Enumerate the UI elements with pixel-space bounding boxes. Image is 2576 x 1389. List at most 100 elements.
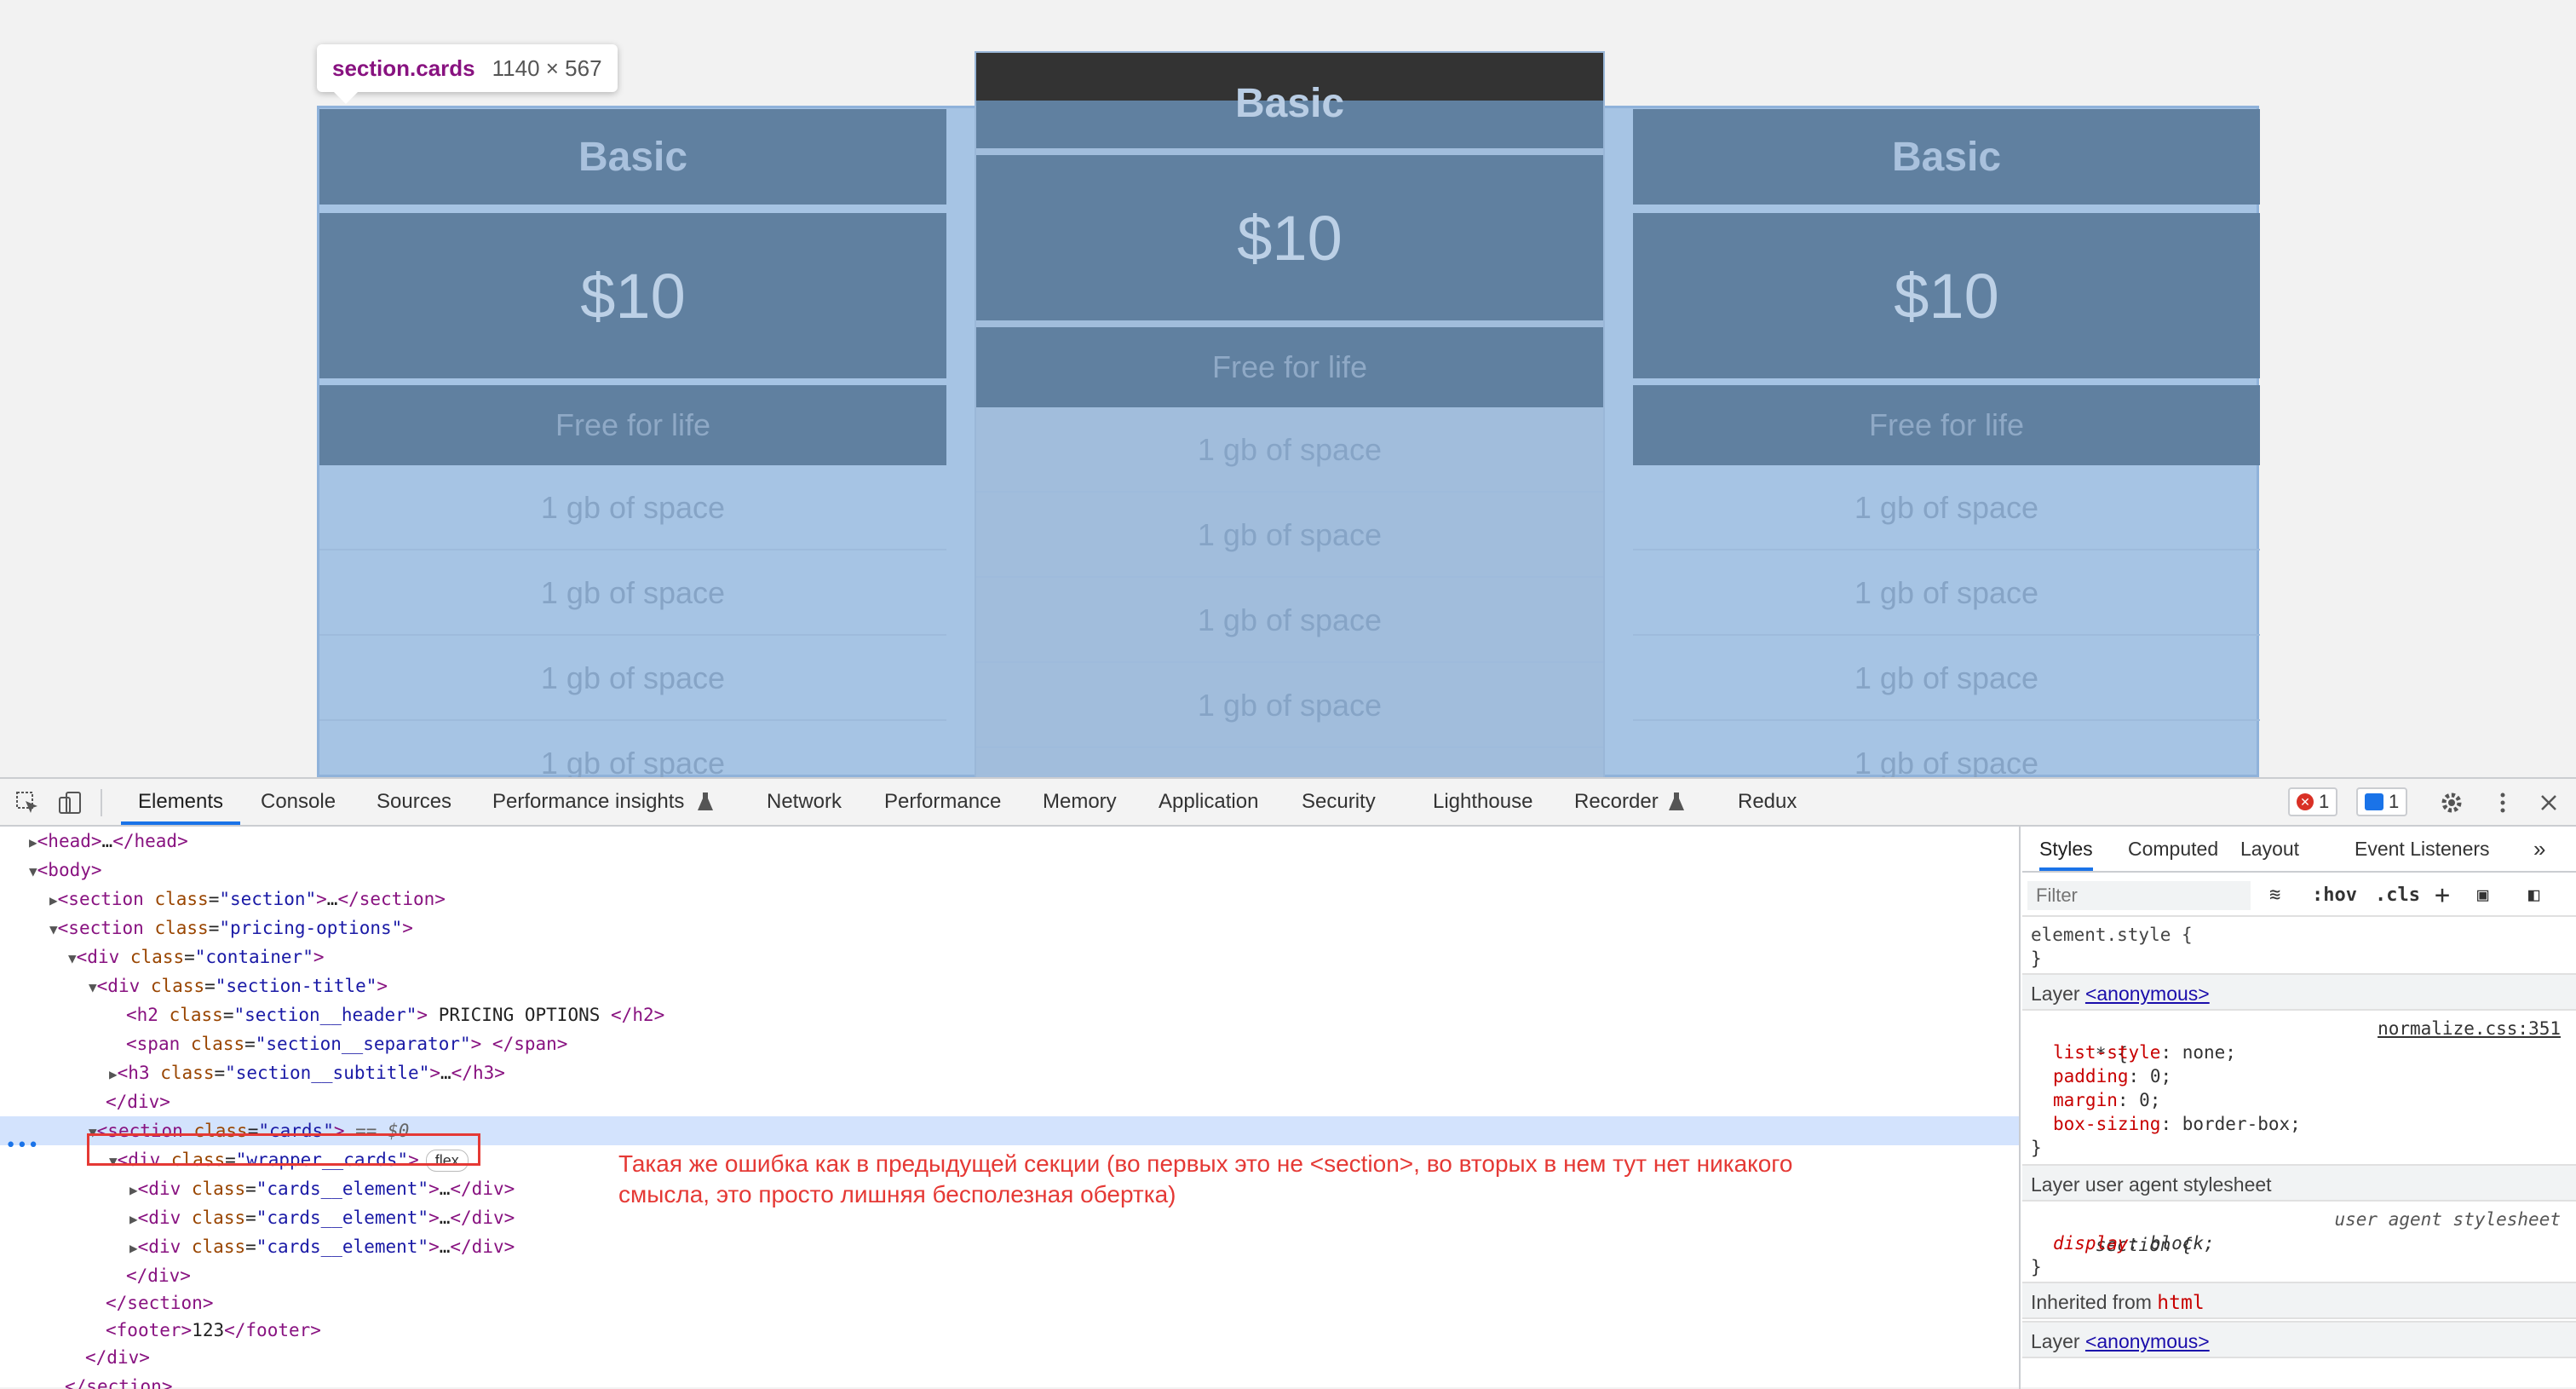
card-price: $10 bbox=[976, 155, 1603, 320]
node-actions-icon[interactable]: ••• bbox=[5, 1135, 39, 1156]
layer-link[interactable]: <anonymous> bbox=[2085, 1330, 2210, 1352]
card-feature: 1 gb of space bbox=[1633, 721, 2260, 777]
css-declaration[interactable]: padding: 0; bbox=[2053, 1063, 2171, 1089]
flask-icon bbox=[1668, 791, 1685, 819]
inherited-header: Inherited from html bbox=[2022, 1282, 2576, 1319]
settings-icon[interactable] bbox=[2438, 789, 2465, 816]
close-icon[interactable] bbox=[2535, 789, 2562, 816]
errors-count: 1 bbox=[2319, 791, 2330, 812]
page-viewport: Basic $10 Free for life 1 gb of space 1 … bbox=[0, 0, 2576, 777]
tab-performance[interactable]: Performance bbox=[884, 779, 1001, 825]
tab-redux[interactable]: Redux bbox=[1738, 779, 1797, 825]
rule-source-link[interactable]: normalize.css:351 bbox=[2378, 1016, 2561, 1041]
card-feature: 1 gb of space bbox=[319, 465, 946, 550]
inspect-icon[interactable] bbox=[14, 789, 41, 816]
devtools-tabbar: Elements Console Sources Performance ins… bbox=[0, 779, 2576, 827]
rule-close-brace: } bbox=[2031, 1257, 2042, 1277]
card-feature: 1 gb of space bbox=[319, 550, 946, 636]
devtools-panel: Elements Console Sources Performance ins… bbox=[0, 777, 2576, 1389]
card-feature: 1 gb of space bbox=[976, 407, 1603, 493]
tab-computed[interactable]: Computed bbox=[2128, 827, 2218, 871]
tab-styles[interactable]: Styles bbox=[2039, 827, 2093, 871]
styles-filter-input[interactable] bbox=[2027, 881, 2251, 910]
messages-count: 1 bbox=[2389, 791, 2400, 812]
dom-node-body[interactable]: ▼<body> bbox=[0, 856, 2019, 885]
css-declaration[interactable]: list-style: none; bbox=[2053, 1040, 2236, 1065]
pricing-card: Basic $10 Free for life 1 gb of space 1 … bbox=[1633, 109, 2260, 777]
card-feature: 1 gb of space bbox=[1633, 636, 2260, 721]
add-rule-icon[interactable]: + bbox=[2435, 874, 2450, 917]
more-icon[interactable] bbox=[2489, 789, 2516, 816]
ua-layer-header: Layer user agent stylesheet bbox=[2022, 1164, 2576, 1202]
dom-node-pricing-options[interactable]: ▼<section class="pricing-options"> bbox=[0, 914, 2019, 942]
dom-node-section-title[interactable]: ▼<div class="section-title"> bbox=[0, 971, 2019, 1000]
inherited-tag[interactable]: html bbox=[2157, 1292, 2204, 1314]
tab-security[interactable]: Security bbox=[1302, 779, 1376, 825]
tab-event-listeners[interactable]: Event Listeners bbox=[2355, 827, 2490, 871]
dom-node-h3[interactable]: ▶<h3 class="section__subtitle">…</h3> bbox=[0, 1058, 2019, 1087]
tab-performance-insights[interactable]: Performance insights bbox=[492, 779, 684, 825]
styles-tabbar: Styles Computed Layout Event Listeners » bbox=[2022, 827, 2576, 873]
dom-node-close-section[interactable]: </section> bbox=[0, 1372, 2019, 1389]
card-feature: 1 gb of space bbox=[976, 493, 1603, 578]
dom-node-h2[interactable]: <h2 class="section__header"> PRICING OPT… bbox=[0, 1000, 2019, 1029]
annotation-highlight-box bbox=[87, 1133, 480, 1166]
elements-tree: ▶<head>…</head> ▼<body> ▶<section class=… bbox=[0, 827, 2021, 1389]
dom-node-footer[interactable]: <footer>123</footer> bbox=[0, 1316, 2019, 1345]
card-feature: 1 gb of space bbox=[319, 636, 946, 721]
tab-application[interactable]: Application bbox=[1159, 779, 1258, 825]
styles-pane: Styles Computed Layout Event Listeners »… bbox=[2022, 827, 2576, 1389]
dom-node-close-div[interactable]: </div> bbox=[0, 1087, 2019, 1116]
tab-network[interactable]: Network bbox=[767, 779, 842, 825]
css-declaration[interactable]: display: block; bbox=[2053, 1231, 2215, 1256]
device-toggle-icon[interactable] bbox=[56, 789, 83, 816]
toolbar-divider bbox=[101, 789, 102, 816]
layer-link[interactable]: <anonymous> bbox=[2085, 983, 2210, 1005]
tab-console[interactable]: Console bbox=[261, 779, 336, 825]
inspector-tooltip: section.cards 1140 × 567 bbox=[317, 44, 618, 104]
dom-node-container[interactable]: ▼<div class="container"> bbox=[0, 942, 2019, 971]
tab-layout[interactable]: Layout bbox=[2240, 827, 2299, 871]
card-subtitle: Free for life bbox=[319, 385, 946, 465]
card-title: Basic bbox=[319, 109, 946, 205]
errors-badge[interactable]: ✕ 1 bbox=[2288, 787, 2338, 816]
more-tabs-icon[interactable]: » bbox=[2533, 827, 2545, 871]
card-feature: 1 gb of space bbox=[319, 721, 946, 777]
paint-icon[interactable]: ▣ bbox=[2477, 874, 2488, 917]
css-declaration[interactable]: box-sizing: border-box; bbox=[2053, 1111, 2301, 1137]
messages-badge[interactable]: 1 bbox=[2356, 787, 2408, 816]
card-feature: 1 gb of space bbox=[1633, 550, 2260, 636]
card-subtitle: Free for life bbox=[976, 327, 1603, 407]
tab-sources[interactable]: Sources bbox=[377, 779, 451, 825]
sidebar-toggle-icon[interactable]: ◧ bbox=[2528, 874, 2539, 917]
rule-close-brace: } bbox=[2031, 1138, 2042, 1158]
dom-node-head[interactable]: ▶<head>…</head> bbox=[0, 827, 2019, 856]
card-subtitle: Free for life bbox=[1633, 385, 2260, 465]
tab-memory[interactable]: Memory bbox=[1043, 779, 1117, 825]
tab-elements[interactable]: Elements bbox=[121, 779, 241, 825]
card-feature: 1 gb of space bbox=[976, 578, 1603, 663]
toggle-renderings-icon[interactable]: ≋ bbox=[2269, 874, 2280, 917]
rule-section[interactable]: section { user agent stylesheet bbox=[2031, 1207, 2567, 1255]
tab-lighthouse[interactable]: Lighthouse bbox=[1433, 779, 1532, 825]
dom-node-span[interactable]: <span class="section__separator"> </span… bbox=[0, 1029, 2019, 1058]
tab-recorder[interactable]: Recorder bbox=[1574, 779, 1659, 825]
dom-node-close-div[interactable]: </div> bbox=[0, 1343, 2019, 1372]
rule-close-brace: } bbox=[2031, 948, 2042, 969]
rule-universal[interactable]: * { normalize.css:351 bbox=[2031, 1016, 2567, 1064]
hov-button[interactable]: :hov bbox=[2312, 874, 2357, 917]
message-icon bbox=[2365, 793, 2383, 810]
annotation-comment: Такая же ошибка как в предыдущей секции … bbox=[618, 1150, 1793, 1207]
element-style-rule[interactable]: element.style { bbox=[2031, 922, 2193, 948]
card-title: Basic bbox=[1633, 109, 2260, 205]
card-feature: 1 gb of space bbox=[976, 663, 1603, 748]
cls-button[interactable]: .cls bbox=[2375, 874, 2420, 917]
dom-node-close-section[interactable]: </section> bbox=[0, 1288, 2019, 1317]
card-price: $10 bbox=[319, 213, 946, 378]
dom-node-cards-element[interactable]: ▶<div class="cards__element">…</div> bbox=[0, 1232, 2019, 1261]
dom-node-close-div[interactable]: </div> bbox=[0, 1261, 2019, 1290]
dom-node-section[interactable]: ▶<section class="section">…</section> bbox=[0, 885, 2019, 914]
pricing-card: Basic $10 Free for life 1 gb of space 1 … bbox=[319, 109, 946, 777]
card-price: $10 bbox=[1633, 213, 2260, 378]
css-declaration[interactable]: margin: 0; bbox=[2053, 1087, 2160, 1113]
